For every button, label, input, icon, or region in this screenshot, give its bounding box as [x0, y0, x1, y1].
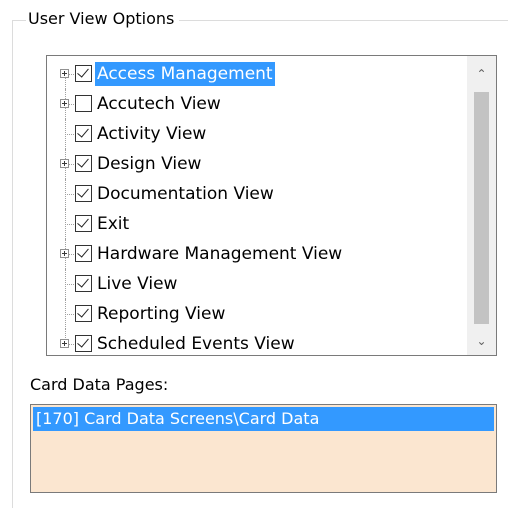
- user-view-tree[interactable]: Access Management Accutech View Activity V…: [46, 55, 497, 356]
- tree-item-activity-view[interactable]: Activity View: [47, 119, 467, 149]
- expand-plus-icon[interactable]: [60, 69, 69, 78]
- unchecked-checkbox-icon[interactable]: [75, 95, 92, 112]
- tree-item-label: Scheduled Events View: [97, 334, 295, 354]
- tree-branch-line: [65, 284, 74, 285]
- tree-item-label: Documentation View: [97, 184, 274, 204]
- tree-item-label: Activity View: [97, 124, 207, 144]
- tree-item-documentation-view[interactable]: Documentation View: [47, 179, 467, 209]
- tree-item-label: Exit: [97, 214, 130, 234]
- tree-item-reporting-view[interactable]: Reporting View: [47, 299, 467, 329]
- tree-item-label: Access Management: [95, 62, 275, 86]
- checked-checkbox-icon[interactable]: [75, 65, 92, 82]
- checked-checkbox-icon[interactable]: [75, 245, 92, 262]
- tree-item-label: Reporting View: [97, 304, 226, 324]
- tree-item-access-management[interactable]: Access Management: [47, 59, 467, 89]
- checked-checkbox-icon[interactable]: [75, 155, 92, 172]
- tree-item-label: Hardware Management View: [97, 244, 343, 264]
- tree-item-scheduled-events-view[interactable]: Scheduled Events View: [47, 329, 467, 355]
- expand-plus-icon[interactable]: [60, 339, 69, 348]
- card-data-page-item[interactable]: [170] Card Data Screens\Card Data: [33, 407, 494, 431]
- scroll-up-arrow-icon[interactable]: ⌃: [467, 60, 496, 88]
- checked-checkbox-icon[interactable]: [75, 305, 92, 322]
- checked-checkbox-icon[interactable]: [75, 185, 92, 202]
- tree-item-label: Live View: [97, 274, 178, 294]
- tree-item-exit[interactable]: Exit: [47, 209, 467, 239]
- tree-branch-line: [65, 134, 74, 135]
- tree-item-label: Accutech View: [97, 94, 221, 114]
- card-data-pages-list[interactable]: [170] Card Data Screens\Card Data: [30, 404, 497, 493]
- tree-item-label: Design View: [97, 154, 202, 174]
- checked-checkbox-icon[interactable]: [75, 275, 92, 292]
- group-box-title: User View Options: [26, 8, 180, 30]
- expand-plus-icon[interactable]: [60, 249, 69, 258]
- tree-branch-line: [65, 314, 74, 315]
- checked-checkbox-icon[interactable]: [75, 125, 92, 142]
- tree-branch-line: [65, 194, 74, 195]
- card-data-pages-label: Card Data Pages:: [30, 375, 169, 394]
- expand-plus-icon[interactable]: [60, 99, 69, 108]
- tree-branch-line: [65, 224, 74, 225]
- tree-item-hardware-management-view[interactable]: Hardware Management View: [47, 239, 467, 269]
- expand-plus-icon[interactable]: [60, 159, 69, 168]
- scroll-thumb[interactable]: [474, 92, 489, 324]
- scroll-down-arrow-icon[interactable]: ⌄: [467, 327, 496, 355]
- tree-item-accutech-view[interactable]: Accutech View: [47, 89, 467, 119]
- user-view-options-panel: User View Options Access Management Accut…: [0, 0, 508, 508]
- tree-item-design-view[interactable]: Design View: [47, 149, 467, 179]
- tree-item-live-view[interactable]: Live View: [47, 269, 467, 299]
- tree-scrollbar[interactable]: ⌃ ⌄: [467, 56, 496, 355]
- checked-checkbox-icon[interactable]: [75, 215, 92, 232]
- checked-checkbox-icon[interactable]: [75, 335, 92, 352]
